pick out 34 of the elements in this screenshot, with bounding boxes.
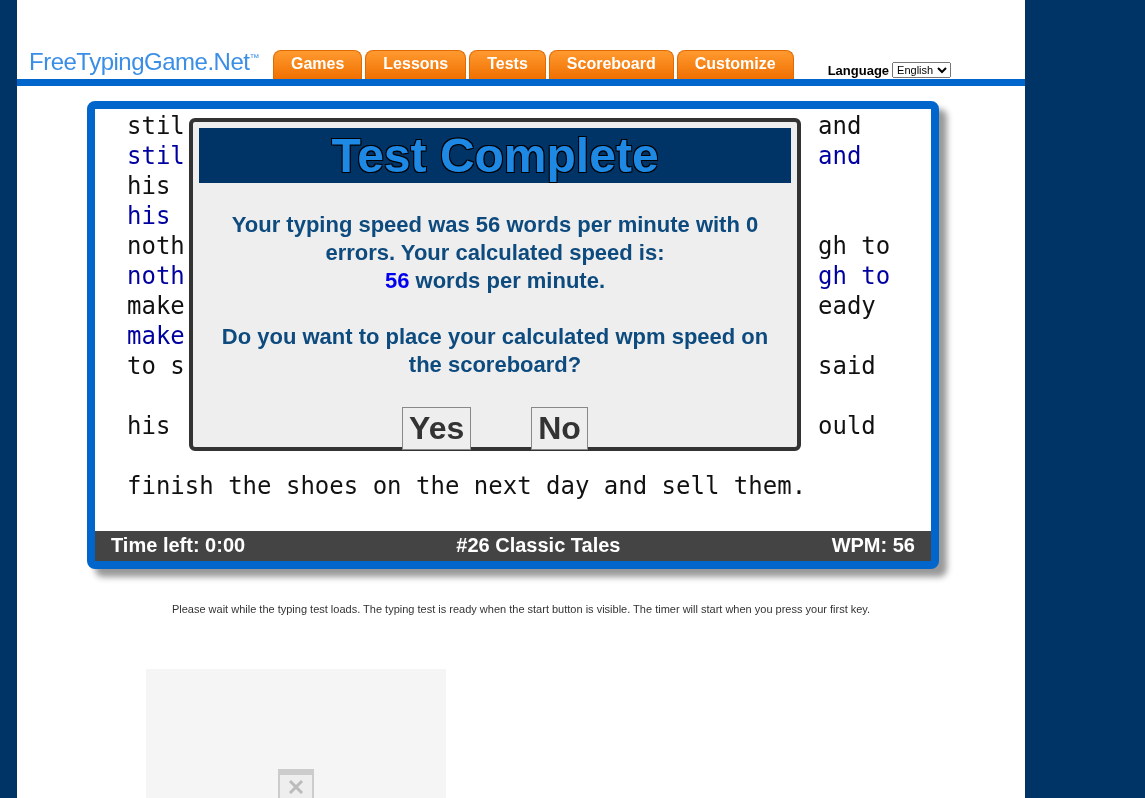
passage-text: make [127, 291, 185, 321]
passage-text: his [127, 171, 171, 201]
language-label: Language [827, 62, 890, 78]
typed-text: stil [127, 141, 185, 171]
nav-tab[interactable]: Scoreboard [548, 50, 674, 79]
passage-text: finish the shoes on the next day and sell them. [127, 471, 807, 501]
language-select[interactable]: English [892, 62, 952, 78]
passage-text: gh to [818, 231, 891, 261]
nav-tab[interactable]: Customize [676, 50, 794, 79]
test-title: #26 Classic Tales [456, 534, 621, 557]
wpm-reading: WPM: 56 [831, 534, 915, 557]
no-button[interactable]: No [531, 407, 588, 450]
passage-text: stil [127, 111, 185, 141]
passage-text: eady [818, 291, 876, 321]
dialog-title: Test Complete [199, 128, 791, 183]
time-left: Time left: 0:00 [111, 534, 246, 557]
result-message: Your typing speed was 56 words per minute with 0 errors. Your calculated speed is: 56 words per minute. Do you want to place your calculated wpm speed on the scoreboard? [220, 211, 770, 379]
typed-text: his [127, 201, 171, 231]
typed-text: make [127, 321, 185, 351]
yes-button[interactable]: Yes [402, 407, 472, 450]
nav-tab[interactable]: Lessons [365, 50, 467, 79]
nav-tab[interactable]: Games [272, 50, 363, 79]
nav-tab[interactable]: Tests [469, 50, 546, 79]
passage-text: and [818, 111, 862, 141]
passage-text: his [127, 411, 171, 441]
passage-text: said [818, 351, 876, 381]
passage-text: to s [127, 351, 185, 381]
passage-text: ould [818, 411, 876, 441]
typed-text: and [818, 141, 862, 171]
passage-text: noth [127, 231, 185, 261]
site-logo[interactable]: FreeTypingGame.Net$^{™}$ [29, 48, 259, 76]
typed-text: noth [127, 261, 185, 291]
loading-notice: Please wait while the typing test loads. The typing test is ready when the start button is visible. The timer will start when you press your first key. [170, 603, 872, 615]
typed-text: gh to [818, 261, 891, 291]
